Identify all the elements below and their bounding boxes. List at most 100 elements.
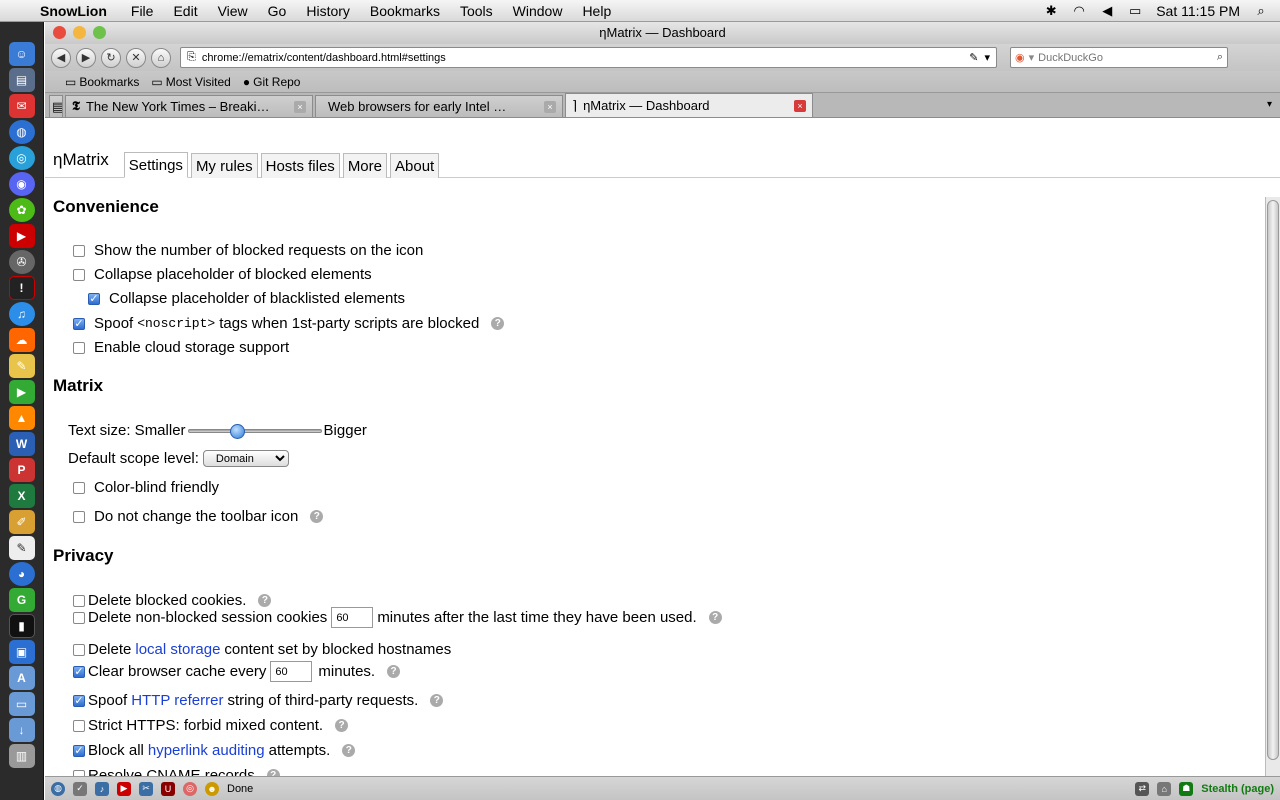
applications-folder-icon[interactable]: A bbox=[8, 666, 35, 690]
strict-https-checkbox[interactable] bbox=[73, 719, 85, 732]
help-icon[interactable]: ? bbox=[491, 317, 505, 330]
tab-nytimes[interactable]: 𝕿 The New York Times – Breaki… × bbox=[65, 95, 313, 117]
clear-cache-minutes-input[interactable] bbox=[270, 661, 313, 682]
search-bar[interactable]: ◉ ▾ ⌕ bbox=[1010, 47, 1228, 68]
collapse-blocked-checkbox[interactable] bbox=[73, 268, 85, 281]
browser-icon[interactable]: ◎ bbox=[8, 146, 35, 170]
help-icon[interactable]: ? bbox=[708, 611, 722, 624]
police-scanner-icon[interactable]: ! bbox=[8, 276, 35, 300]
clear-cache-checkbox[interactable]: ✓ bbox=[73, 665, 85, 678]
hyperlink-auditing-link[interactable]: hyperlink auditing bbox=[148, 742, 265, 759]
color-blind-checkbox[interactable] bbox=[73, 481, 85, 494]
tab-my-rules[interactable]: My rules bbox=[190, 153, 258, 178]
tab-settings[interactable]: Settings bbox=[123, 152, 188, 178]
menu-go[interactable]: Go bbox=[258, 3, 297, 19]
git-repo-bookmark[interactable]: ● Git Repo bbox=[243, 75, 301, 89]
green-app-icon[interactable]: G bbox=[8, 588, 35, 612]
excel-icon[interactable]: X bbox=[8, 484, 35, 508]
delete-blocked-cookies-checkbox[interactable] bbox=[73, 594, 85, 607]
search-engine-dropdown-icon[interactable]: ▾ bbox=[1029, 51, 1035, 64]
scrollbar-thumb[interactable] bbox=[1267, 200, 1279, 760]
duckduckgo-icon[interactable]: ◉ bbox=[1015, 51, 1025, 64]
bird-icon[interactable]: ◕ bbox=[8, 562, 35, 586]
textedit-icon[interactable]: ✎ bbox=[8, 536, 35, 560]
downloads-folder-icon[interactable]: ↓ bbox=[8, 718, 35, 742]
trash-icon[interactable]: ▥ bbox=[8, 744, 35, 768]
browser-globe-icon[interactable]: ◍ bbox=[8, 120, 35, 144]
mail-icon[interactable]: ✉ bbox=[8, 94, 35, 118]
activity-monitor-icon[interactable]: ▤ bbox=[8, 68, 35, 92]
cloud-storage-option[interactable]: Enable cloud storage support bbox=[73, 339, 289, 356]
block-hyperlink-auditing-checkbox[interactable]: ✓ bbox=[73, 744, 85, 757]
lock-icon[interactable]: ⌂ bbox=[1157, 781, 1172, 796]
tab-hosts-files[interactable]: Hosts files bbox=[260, 153, 340, 178]
home-button[interactable]: ⌂ bbox=[151, 47, 171, 68]
menu-edit[interactable]: Edit bbox=[163, 3, 207, 19]
target-icon[interactable]: ◎ bbox=[183, 781, 197, 796]
delete-local-storage-option[interactable]: Delete local storage content set by bloc… bbox=[73, 641, 451, 658]
ublock-icon[interactable]: U bbox=[161, 781, 175, 796]
script-editor-icon[interactable]: ✎ bbox=[8, 354, 35, 378]
menu-help[interactable]: Help bbox=[572, 3, 621, 19]
no-toolbar-change-option[interactable]: Do not change the toolbar icon ? bbox=[73, 508, 324, 525]
collapse-blocked-option[interactable]: Collapse placeholder of blocked elements bbox=[73, 266, 372, 283]
scope-level-select[interactable]: Domain bbox=[202, 450, 289, 467]
most-visited-bookmark[interactable]: ▭ Most Visited bbox=[151, 75, 230, 89]
youtube-icon[interactable]: ▶ bbox=[8, 224, 35, 248]
bluetooth-icon[interactable]: ✱ bbox=[1044, 3, 1058, 18]
tab-ematrix-dashboard[interactable]: ⌉ ηMatrix — Dashboard × bbox=[565, 93, 813, 117]
resolve-cname-option[interactable]: Resolve CNAME records ? bbox=[73, 767, 280, 776]
collapse-blacklisted-option[interactable]: ✓ Collapse placeholder of blacklisted el… bbox=[88, 290, 405, 307]
menu-app-name[interactable]: SnowLion bbox=[36, 3, 121, 19]
strict-https-option[interactable]: Strict HTTPS: forbid mixed content. ? bbox=[73, 717, 349, 734]
tab-more[interactable]: More bbox=[342, 153, 387, 178]
spoof-referrer-checkbox[interactable]: ✓ bbox=[73, 694, 85, 707]
cloud-storage-checkbox[interactable] bbox=[73, 341, 85, 354]
clear-cache-option[interactable]: ✓ Clear browser cache every minutes. ? bbox=[73, 661, 401, 682]
tab-groups-button[interactable]: ▤ bbox=[49, 95, 63, 117]
media-player-icon[interactable]: ▶ bbox=[8, 380, 35, 404]
wifi-icon[interactable]: ◠ bbox=[1072, 3, 1086, 18]
no-toolbar-change-checkbox[interactable] bbox=[73, 510, 85, 523]
reload-button[interactable]: ↻ bbox=[101, 47, 121, 68]
addon-icon[interactable]: ♪ bbox=[95, 781, 109, 796]
lime-icon[interactable]: ✿ bbox=[8, 198, 35, 222]
stealth-status[interactable]: Stealth (page) bbox=[1201, 783, 1274, 795]
close-tab-icon[interactable]: × bbox=[794, 99, 806, 112]
help-icon[interactable]: ? bbox=[387, 665, 401, 678]
close-window-button[interactable] bbox=[53, 26, 66, 39]
terminal-icon[interactable]: ▮ bbox=[8, 614, 35, 638]
http-referrer-link[interactable]: HTTP referrer bbox=[131, 692, 223, 709]
minimize-window-button[interactable] bbox=[73, 26, 86, 39]
delete-session-cookies-row[interactable]: Delete non-blocked session cookies minut… bbox=[73, 607, 722, 628]
stealth-icon[interactable]: ☗ bbox=[1179, 781, 1194, 796]
help-icon[interactable]: ? bbox=[430, 694, 444, 707]
discord-icon[interactable]: ◉ bbox=[8, 172, 35, 196]
addon-icon[interactable]: ✓ bbox=[73, 781, 87, 796]
menu-history[interactable]: History bbox=[296, 3, 360, 19]
scissors-icon[interactable]: ✂ bbox=[139, 781, 153, 796]
menu-view[interactable]: View bbox=[208, 3, 258, 19]
close-tab-icon[interactable]: × bbox=[294, 100, 306, 113]
preview-icon[interactable]: ✐ bbox=[8, 510, 35, 534]
word-icon[interactable]: W bbox=[8, 432, 35, 456]
slider-thumb[interactable] bbox=[230, 423, 246, 439]
spoof-referrer-option[interactable]: ✓ Spoof HTTP referrer string of third-pa… bbox=[73, 692, 444, 709]
url-bar[interactable]: ⎘ ✎ ▾ bbox=[180, 47, 997, 68]
menubar-clock[interactable]: Sat 11:15 PM bbox=[1156, 3, 1240, 19]
youtube-icon[interactable]: ▶ bbox=[117, 781, 131, 796]
block-hyperlink-auditing-option[interactable]: ✓ Block all hyperlink auditing attempts.… bbox=[73, 742, 356, 759]
vlc-icon[interactable]: ▲ bbox=[8, 406, 35, 430]
search-icon[interactable]: ⌕ bbox=[1217, 51, 1223, 64]
spotlight-search-icon[interactable]: ⌕ bbox=[1254, 3, 1268, 18]
face-icon[interactable]: ☻ bbox=[205, 781, 219, 796]
local-storage-link[interactable]: local storage bbox=[135, 641, 220, 658]
finder-icon[interactable]: ☺ bbox=[8, 42, 35, 66]
zoom-window-button[interactable] bbox=[93, 26, 106, 39]
text-size-slider[interactable] bbox=[187, 423, 322, 439]
bookmarks-menu[interactable]: ▭ Bookmarks bbox=[65, 75, 139, 89]
url-dropdown-icon[interactable]: ▾ bbox=[984, 51, 990, 64]
menu-tools[interactable]: Tools bbox=[450, 3, 503, 19]
forward-button[interactable]: ▶ bbox=[76, 47, 96, 68]
vertical-scrollbar[interactable] bbox=[1265, 197, 1280, 797]
